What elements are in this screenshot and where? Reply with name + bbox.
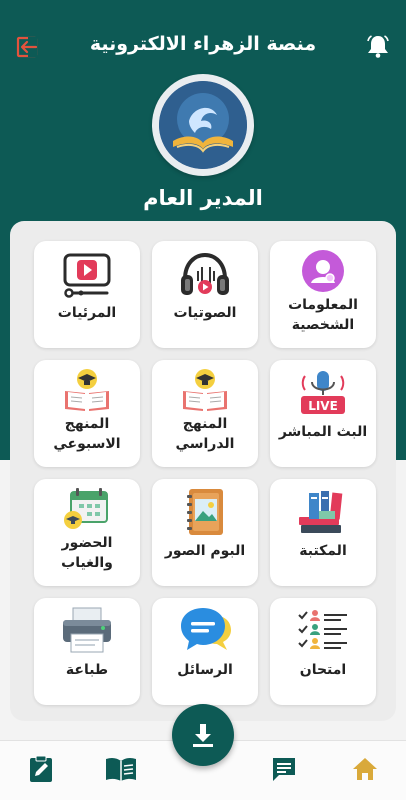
curriculum-book-icon xyxy=(177,368,233,412)
video-player-icon xyxy=(59,249,115,299)
download-button[interactable] xyxy=(172,704,234,766)
menu-grid: المعلومات الشخصية الصوتيات المرئيات LIVE… xyxy=(30,241,376,705)
tile-label: المكتبة xyxy=(299,543,347,559)
tile-attendance[interactable]: الحضور والغياب xyxy=(34,479,140,586)
tile-audio[interactable]: الصوتيات xyxy=(152,241,258,348)
chat-icon xyxy=(273,758,295,781)
app-title: منصة الزهراء الالكترونية xyxy=(89,33,317,55)
tile-library[interactable]: المكتبة xyxy=(270,479,376,586)
exam-checklist-icon xyxy=(295,606,351,656)
headphones-icon xyxy=(177,249,233,299)
messages-icon xyxy=(177,606,233,656)
clipboard-edit-icon xyxy=(30,755,52,782)
tile-photo-album[interactable]: البوم الصور xyxy=(152,479,258,586)
printer-icon xyxy=(59,606,115,656)
tile-label: الرسائل xyxy=(177,662,233,678)
tile-curriculum[interactable]: المنهج الدراسي xyxy=(152,360,258,467)
tile-weekly-curriculum[interactable]: المنهج الاسبوعي xyxy=(34,360,140,467)
nav-book[interactable] xyxy=(103,753,139,785)
svg-text:LIVE: LIVE xyxy=(308,399,338,413)
nav-chat[interactable] xyxy=(266,753,302,785)
nav-home[interactable] xyxy=(347,753,383,785)
tile-label: البث المباشر xyxy=(278,424,368,440)
library-books-icon xyxy=(295,487,351,537)
menu-panel: المعلومات الشخصية الصوتيات المرئيات LIVE… xyxy=(10,221,396,721)
nav-edit[interactable] xyxy=(23,753,59,785)
tile-label: طباعة xyxy=(65,662,109,678)
tile-print[interactable]: طباعة xyxy=(34,598,140,705)
user-role: المدير العام xyxy=(143,186,263,210)
live-mic-icon: LIVE xyxy=(295,368,351,418)
tile-label: المعلومات الشخصية xyxy=(288,297,358,333)
tile-personal-info[interactable]: المعلومات الشخصية xyxy=(270,241,376,348)
download-icon xyxy=(193,724,213,747)
home-icon xyxy=(353,758,377,780)
book-icon xyxy=(106,757,136,781)
tile-videos[interactable]: المرئيات xyxy=(34,241,140,348)
photo-album-icon xyxy=(177,487,233,537)
school-logo xyxy=(152,74,254,176)
weekly-book-icon xyxy=(59,368,115,412)
tile-live-stream[interactable]: LIVE البث المباشر xyxy=(270,360,376,467)
tile-label: الحضور والغياب xyxy=(61,535,113,571)
user-profile-icon xyxy=(295,249,351,293)
tile-label: البوم الصور xyxy=(164,543,246,559)
tile-label: الصوتيات xyxy=(173,305,237,321)
tile-exam[interactable]: امتحان xyxy=(270,598,376,705)
notifications-button[interactable] xyxy=(362,30,394,62)
attendance-calendar-icon xyxy=(59,487,115,531)
tile-messages[interactable]: الرسائل xyxy=(152,598,258,705)
tile-label: المرئيات xyxy=(57,305,117,321)
tile-label: المنهج الاسبوعي xyxy=(53,416,121,452)
tile-label: امتحان xyxy=(299,662,347,678)
tile-label: المنهج الدراسي xyxy=(175,416,235,452)
bell-icon xyxy=(367,35,389,58)
